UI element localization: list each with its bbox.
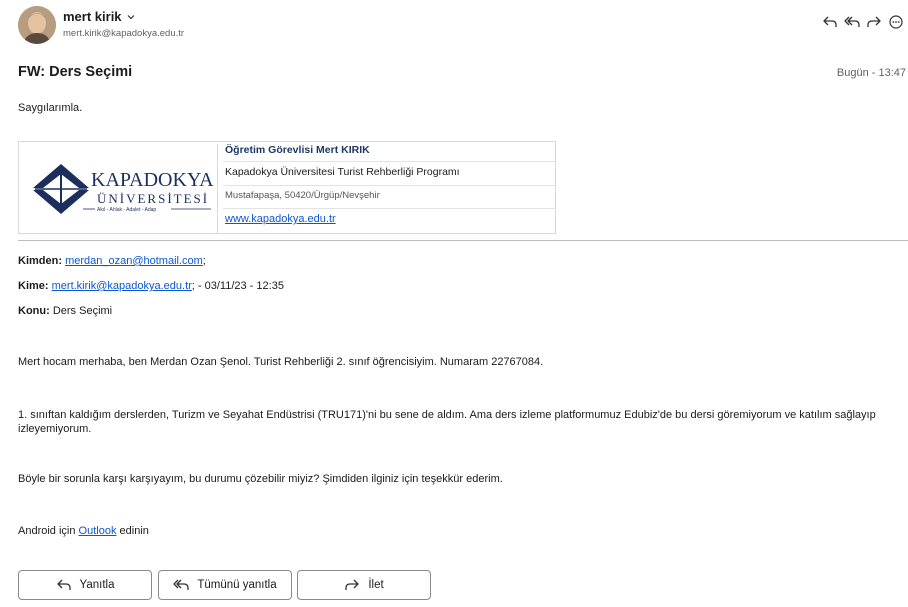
- forwarded-from: Kimden: merdan_ozan@hotmail.com;: [18, 255, 206, 267]
- forwarded-subject: Konu: Ders Seçimi: [18, 305, 112, 317]
- subject-label: Konu:: [18, 305, 50, 317]
- reply-all-button[interactable]: Tümünü yanıtla: [158, 570, 292, 600]
- outlook-footer: Android için Outlook edinin: [18, 525, 149, 537]
- email-date: Bugün - 13:47: [836, 67, 906, 79]
- to-email-link[interactable]: mert.kirik@kapadokya.edu.tr: [52, 280, 192, 292]
- sender-name[interactable]: mert kirik: [63, 9, 136, 24]
- reply-button-label: Yanıtla: [79, 579, 115, 591]
- chevron-down-icon: [127, 14, 134, 19]
- forwarded-to: Kime: mert.kirik@kapadokya.edu.tr; - 03/…: [18, 280, 284, 292]
- body-paragraph-2: 1. sınıftan kaldığım derslerden, Turizm …: [18, 409, 876, 435]
- subject-value: Ders Seçimi: [52, 305, 113, 317]
- outlook-link[interactable]: Outlook: [79, 525, 117, 537]
- reply-icon[interactable]: [820, 12, 840, 32]
- logo-subtitle: ÜNİVERSİTESİ: [97, 191, 209, 206]
- outlook-prefix: Android için: [18, 525, 76, 537]
- reply-icon: [56, 579, 71, 590]
- to-label: Kime:: [18, 280, 49, 292]
- reply-button[interactable]: Yanıtla: [18, 570, 152, 600]
- more-icon[interactable]: [886, 12, 906, 32]
- body-paragraph-3: Böyle bir sorunla karşı karşıyayım, bu d…: [18, 473, 503, 485]
- forward-separator: [18, 240, 908, 241]
- avatar-photo: [18, 6, 56, 44]
- forward-button[interactable]: İlet: [297, 570, 431, 600]
- from-label: Kimden:: [18, 255, 62, 267]
- email-subject: FW: Ders Seçimi: [18, 64, 133, 80]
- body-paragraph-1: Mert hocam merhaba, ben Merdan Ozan Şeno…: [18, 356, 544, 368]
- reply-all-icon[interactable]: [842, 12, 862, 32]
- greeting-text: Saygılarımla.: [18, 102, 83, 114]
- outlook-suffix: edinin: [119, 525, 149, 537]
- reply-all-button-label: Tümünü yanıtla: [197, 579, 277, 591]
- forward-icon[interactable]: [864, 12, 884, 32]
- forward-icon: [345, 579, 359, 590]
- logo-title: KAPADOKYA: [91, 169, 214, 191]
- to-suffix: ; - 03/11/23 - 12:35: [191, 280, 284, 292]
- from-suffix: ;: [202, 255, 206, 267]
- signature-name: Öğretim Görevlisi Mert KIRIK: [225, 144, 370, 156]
- sender-name-text: mert kirik: [63, 9, 122, 24]
- email-signature: KAPADOKYA ÜNİVERSİTESİ Akıl - Ahlak - Ad…: [18, 141, 556, 234]
- avatar[interactable]: [18, 6, 56, 44]
- signature-program: Kapadokya Üniversitesi Turist Rehberliği…: [225, 166, 460, 178]
- message-actions: [820, 12, 906, 32]
- from-email-link[interactable]: merdan_ozan@hotmail.com: [65, 255, 203, 267]
- signature-website-link[interactable]: www.kapadokya.edu.tr: [225, 213, 336, 225]
- sender-email: mert.kirik@kapadokya.edu.tr: [63, 28, 185, 39]
- reply-all-icon: [173, 579, 190, 590]
- forward-button-label: İlet: [368, 579, 384, 591]
- signature-address: Mustafapaşa, 50420/Ürgüp/Nevşehir: [225, 190, 380, 201]
- logo-motto: Akıl - Ahlak - Adalet - Adap: [97, 207, 156, 213]
- university-logo: KAPADOKYA ÜNİVERSİTESİ Akıl - Ahlak - Ad…: [21, 144, 218, 233]
